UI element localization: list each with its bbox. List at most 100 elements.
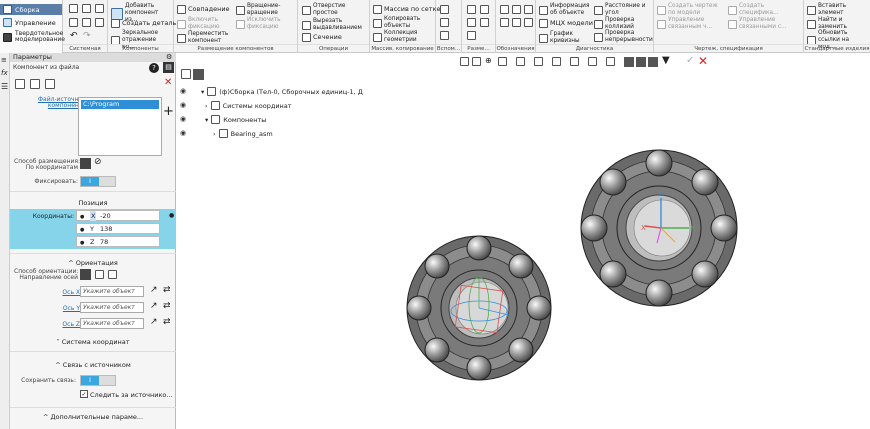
- continuity-button[interactable]: Проверка непрерывности: [594, 30, 655, 44]
- undo-icon[interactable]: ↶: [70, 31, 78, 41]
- find-replace-button[interactable]: Найти и заменить: [807, 17, 858, 31]
- section-view-icon[interactable]: [570, 57, 579, 66]
- visibility-icon[interactable]: [588, 57, 597, 66]
- pan-icon[interactable]: [498, 57, 507, 66]
- coord-system-header[interactable]: ˅ Система координат: [10, 338, 176, 346]
- new-object-icon[interactable]: [30, 79, 40, 89]
- panel-settings-icon[interactable]: ⚙: [166, 53, 172, 61]
- copy-objects-button[interactable]: Копировать объекты: [373, 16, 428, 30]
- mcc-button[interactable]: МЦХ модели: [539, 19, 593, 28]
- eye-icon[interactable]: ◉: [180, 101, 186, 109]
- eye-icon[interactable]: ◉: [180, 87, 186, 95]
- collapse-icon[interactable]: ›: [205, 102, 208, 110]
- section-button[interactable]: Сечение: [302, 33, 342, 42]
- expand-icon[interactable]: ▾: [201, 88, 204, 96]
- include-fix-button[interactable]: Включить фиксацию: [177, 17, 226, 31]
- display-style-icon[interactable]: [552, 57, 561, 66]
- menu-icon[interactable]: ☰: [1, 82, 8, 91]
- hide-icon[interactable]: [606, 57, 615, 66]
- axis-y-link[interactable]: Ось Y: [50, 305, 80, 312]
- exclude-fix-button[interactable]: Исключить фиксацию: [236, 17, 291, 31]
- coord-x-row[interactable]: ● X -20: [76, 210, 160, 221]
- axis-z-link[interactable]: Ось Z: [50, 321, 80, 328]
- aux-line-icon[interactable]: [440, 5, 449, 14]
- rotate-button[interactable]: Вращение-вращение: [236, 3, 291, 17]
- create-part-button[interactable]: Создать деталь: [111, 19, 176, 28]
- insert-element-button[interactable]: Вставить элемент: [807, 3, 858, 17]
- placement-coords-icon[interactable]: [80, 158, 91, 169]
- extra-params-header[interactable]: ^ Дополнительные параме...: [10, 413, 176, 421]
- zoom-window-icon[interactable]: [472, 57, 481, 66]
- zoom-fit-icon[interactable]: [460, 57, 469, 66]
- tree-toggle-icon[interactable]: [181, 69, 191, 79]
- axis-x-reverse-icon[interactable]: ⇄: [163, 285, 171, 295]
- base-icon[interactable]: [500, 18, 509, 27]
- rotate-view-icon[interactable]: [516, 57, 525, 66]
- collisions-button[interactable]: Проверка коллизий: [594, 17, 645, 31]
- select-icon[interactable]: [636, 57, 646, 67]
- create-drawing-button[interactable]: Создать чертеж по модели: [657, 3, 720, 17]
- cut-extrude-button[interactable]: Вырезать выдавливанием: [302, 18, 362, 32]
- leader-icon[interactable]: [512, 5, 521, 14]
- coincide-button[interactable]: Совпадение: [177, 5, 230, 14]
- angular-dimension-icon[interactable]: [480, 5, 489, 14]
- mode-assembly[interactable]: Сборка: [0, 4, 62, 15]
- tree-bearing[interactable]: › Bearing_asm: [213, 129, 273, 138]
- snap-icon[interactable]: [648, 57, 658, 67]
- close-icon[interactable]: ✕: [164, 77, 172, 88]
- tree-mode-icon[interactable]: [193, 69, 204, 80]
- manage-links-button[interactable]: Управление связанным ч...: [657, 17, 720, 31]
- geometry-collection-button[interactable]: Коллекция геометрии: [373, 30, 428, 44]
- coord-y-row[interactable]: ● Y 138: [76, 223, 160, 234]
- aux-axis-icon[interactable]: [440, 31, 449, 40]
- print-icon[interactable]: [69, 18, 78, 27]
- tree-components[interactable]: ▾ Компоненты: [205, 115, 266, 124]
- file-source-link[interactable]: Файл-источник компонента: [24, 97, 86, 109]
- file-list[interactable]: C:\Program Files\ASCON...: [78, 97, 162, 156]
- paste-icon[interactable]: [95, 18, 104, 27]
- roughness-icon[interactable]: [500, 5, 509, 14]
- create-object-icon[interactable]: [15, 79, 25, 89]
- orientation-header[interactable]: ^ Ориентация: [10, 259, 176, 267]
- follow-source-checkbox[interactable]: ✓: [80, 390, 88, 398]
- add-file-icon[interactable]: +: [163, 105, 174, 118]
- bearing-model[interactable]: X Y Z: [579, 148, 739, 308]
- axis-x-link[interactable]: Ось X: [50, 289, 80, 296]
- expand-icon[interactable]: ▾: [205, 116, 208, 124]
- viewport[interactable]: ⊕ ▼ ✓ ✕ ▾ (ф)Сборка (Тел-0, Сборочных еди…: [177, 53, 870, 429]
- grid-array-button[interactable]: Массив по сетке: [373, 5, 440, 14]
- hole-button[interactable]: Отверстие простое: [302, 3, 353, 17]
- file-path-item[interactable]: C:\Program Files\ASCON...: [81, 100, 159, 117]
- create-spec-button[interactable]: Создать специфика...: [728, 3, 795, 17]
- axis-z-reverse-icon[interactable]: ⇄: [163, 317, 171, 327]
- eye-icon[interactable]: ◉: [180, 129, 186, 137]
- radial-dimension-icon[interactable]: [467, 18, 476, 27]
- axis-z-input[interactable]: Укажите объект: [80, 318, 144, 329]
- orient-rotate-icon[interactable]: [108, 270, 117, 279]
- new-icon[interactable]: [69, 4, 78, 13]
- manage-links-2-button[interactable]: Управление связанными с...: [728, 17, 795, 31]
- redo-icon[interactable]: ↷: [83, 31, 91, 41]
- options-icon[interactable]: [45, 79, 55, 89]
- bearing-preview[interactable]: [404, 233, 554, 383]
- coord-z-row[interactable]: ● Z 78: [76, 236, 160, 247]
- attach-icon[interactable]: ⊘: [94, 157, 102, 167]
- filter-grid-icon[interactable]: [624, 57, 634, 67]
- tree-icon[interactable]: ≡: [1, 56, 7, 64]
- dimension-extra-icon[interactable]: [467, 31, 476, 40]
- cancel-view-icon[interactable]: ✕: [698, 54, 708, 68]
- open-icon[interactable]: [82, 4, 91, 13]
- axis-y-reverse-icon[interactable]: ⇄: [163, 301, 171, 311]
- fx-icon[interactable]: fx: [1, 69, 8, 77]
- mode-management[interactable]: Управление: [0, 17, 62, 28]
- orient-mates-icon[interactable]: [95, 270, 104, 279]
- axis-y-arrow-icon[interactable]: ↗: [150, 301, 158, 311]
- tree-cs[interactable]: › Системы координат: [205, 101, 292, 110]
- weld-icon[interactable]: [524, 18, 533, 27]
- axis-x-arrow-icon[interactable]: ↗: [150, 285, 158, 295]
- keep-link-toggle[interactable]: I: [80, 375, 116, 386]
- mark-icon[interactable]: [512, 18, 521, 27]
- orientation-icon[interactable]: [534, 57, 543, 66]
- save-icon[interactable]: [95, 4, 104, 13]
- tree-root[interactable]: ▾ (ф)Сборка (Тел-0, Сборочных единиц-1, Д: [201, 87, 363, 96]
